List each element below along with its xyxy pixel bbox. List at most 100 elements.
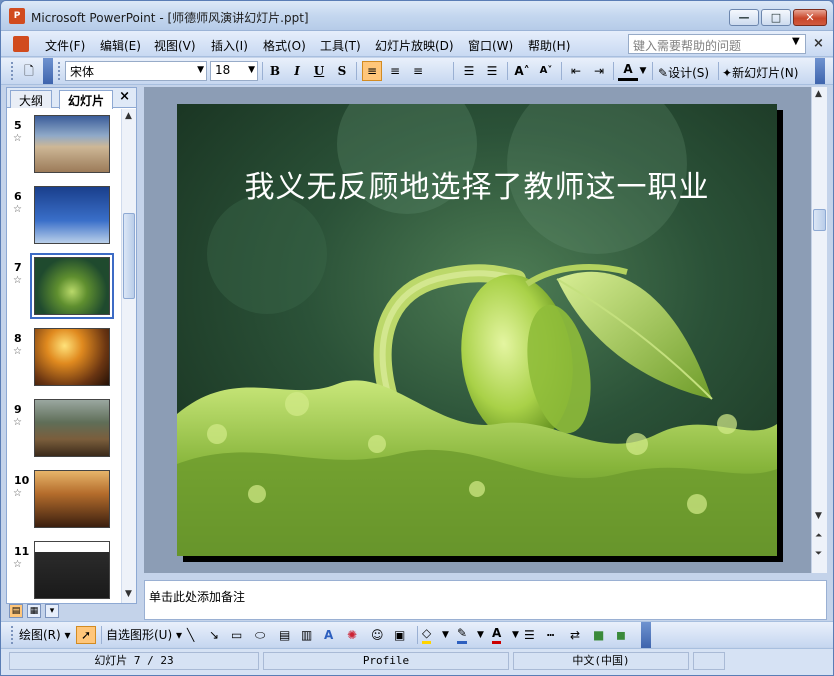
thumbnail-slide-10[interactable]: 10 ☆ (7, 470, 121, 536)
fill-color-button[interactable]: ◇ (422, 626, 432, 644)
textbox-tool-button[interactable]: ▤ (279, 626, 290, 644)
align-center-button[interactable]: ≡ (385, 61, 405, 81)
scrollbar-thumb[interactable] (123, 213, 135, 299)
wordart-button[interactable]: A (324, 626, 333, 644)
shadow-button[interactable]: S (332, 61, 352, 81)
tab-outline[interactable]: 大纲 (10, 90, 53, 108)
bullets-button[interactable]: ☰ (482, 61, 502, 81)
help-search-input[interactable]: 键入需要帮助的问题 (628, 34, 806, 54)
shadow-style-button[interactable]: ■ (593, 626, 604, 644)
arrow-style-button[interactable]: ⇄ (570, 626, 580, 644)
underline-button[interactable]: U (309, 61, 329, 81)
decrease-indent-button[interactable]: ⇤ (566, 61, 586, 81)
toolbar-overflow-icon[interactable] (815, 58, 825, 84)
previous-slide-icon[interactable]: ⏶ (815, 531, 822, 541)
slide-indicator: 幻灯片 7 / 23 (9, 652, 259, 670)
menu-file[interactable]: 文件(F) (45, 37, 85, 54)
toolbar-overflow-icon[interactable] (641, 622, 651, 648)
scroll-down-icon[interactable]: ▼ (815, 511, 822, 521)
bold-button[interactable]: B (265, 61, 285, 81)
document-icon[interactable] (13, 36, 29, 52)
slide-title[interactable]: 我义无反顾地选择了教师这一职业 (177, 162, 777, 206)
help-dropdown-icon[interactable]: ▼ (792, 36, 800, 47)
clipart-button[interactable]: ☺ (371, 626, 384, 644)
align-right-button[interactable]: ≡ (408, 61, 428, 81)
status-spare-cell (693, 652, 725, 670)
close-button[interactable]: ✕ (793, 9, 827, 26)
current-slide[interactable]: 我义无反顾地选择了教师这一职业 (177, 104, 777, 556)
toolbar-grip[interactable] (58, 62, 61, 80)
menu-tools[interactable]: 工具(T) (320, 37, 361, 54)
line-color-button[interactable]: ✎ (457, 626, 468, 644)
align-left-icon: ≡ (366, 64, 378, 78)
toolbar-grip[interactable] (11, 62, 14, 80)
menu-help[interactable]: 帮助(H) (528, 37, 570, 54)
powerpoint-icon[interactable]: P (9, 8, 25, 24)
scrollbar-thumb[interactable] (813, 209, 826, 231)
font-color-draw-dropdown[interactable]: ▼ (512, 626, 519, 644)
thumbnail-slide-7[interactable]: 7 ☆ (7, 253, 121, 323)
bullet-list-icon: ☰ (486, 64, 498, 78)
menu-insert[interactable]: 插入(I) (211, 37, 248, 54)
numbering-button[interactable]: ☰ (459, 61, 479, 81)
rectangle-tool-button[interactable]: ▭ (231, 626, 242, 644)
increase-font-button[interactable]: A˄ (512, 61, 532, 81)
dash-style-button[interactable]: ┅ (547, 626, 554, 644)
line-tool-button[interactable]: ╲ (187, 626, 194, 644)
align-left-button[interactable]: ≡ (362, 61, 382, 81)
thumbnail-image (34, 186, 110, 244)
slide-sorter-icon[interactable]: ▦ (27, 604, 41, 618)
document-close-icon[interactable]: × (813, 36, 824, 51)
minimize-button[interactable]: — (729, 9, 759, 26)
font-size-select[interactable]: 18 ▼ (210, 61, 258, 81)
next-slide-icon[interactable]: ⏷ (815, 549, 822, 559)
decrease-font-button[interactable]: A˅ (536, 61, 556, 81)
menu-window[interactable]: 窗口(W) (468, 37, 513, 54)
slide-scrollbar[interactable]: ▲ ▼ ⏶ ⏷ (811, 87, 827, 573)
font-color-dropdown[interactable]: ▼ (638, 61, 648, 81)
thumbnail-slide-5[interactable]: 5 ☆ (7, 115, 121, 181)
menu-format[interactable]: 格式(O) (263, 37, 306, 54)
menu-edit[interactable]: 编辑(E) (100, 37, 141, 54)
font-color-draw-button[interactable]: A (492, 626, 502, 644)
thumbnail-slide-6[interactable]: 6 ☆ (7, 186, 121, 252)
thumbnail-slide-9[interactable]: 9 ☆ (7, 399, 121, 465)
tab-slides[interactable]: 幻灯片 (59, 90, 114, 109)
3d-style-button[interactable]: ◼ (616, 626, 626, 644)
diagram-button[interactable]: ✺ (347, 626, 357, 644)
scroll-down-icon[interactable]: ▼ (125, 589, 132, 599)
line-style-button[interactable]: ☰ (524, 626, 535, 644)
autoshapes-button[interactable]: 自选图形(U) ▾ (106, 626, 182, 644)
notes-pane[interactable]: 单击此处添加备注 (144, 580, 827, 620)
vertical-textbox-button[interactable]: ▥ (301, 626, 312, 644)
thumbnail-scrollbar[interactable]: ▲ ▼ (121, 109, 136, 603)
new-slide-button[interactable]: ✦新幻灯片(N) (722, 64, 798, 81)
scroll-up-icon[interactable]: ▲ (125, 111, 132, 121)
chevron-down-icon: ▼ (639, 66, 647, 76)
font-color-button[interactable]: A (618, 61, 638, 81)
thumbnail-slide-8[interactable]: 8 ☆ (7, 328, 121, 394)
scroll-up-icon[interactable]: ▲ (815, 89, 822, 99)
thumbnail-slide-11[interactable]: 11 ☆ (7, 541, 121, 603)
increase-indent-button[interactable]: ⇥ (589, 61, 609, 81)
arrow-tool-button[interactable]: ↘ (209, 626, 219, 644)
line-color-dropdown[interactable]: ▼ (477, 626, 484, 644)
maximize-button[interactable]: □ (761, 9, 791, 26)
toolbar-overflow-icon[interactable] (43, 58, 53, 84)
thumbnail-image (34, 328, 110, 386)
draw-menu-button[interactable]: 绘图(R) ▾ (19, 626, 71, 644)
oval-tool-button[interactable]: ⬭ (255, 626, 265, 644)
menu-slideshow[interactable]: 幻灯片放映(D) (375, 37, 454, 54)
italic-button[interactable]: I (287, 61, 307, 81)
design-button[interactable]: ✎设计(S) (658, 64, 709, 81)
font-name-select[interactable]: 宋体 ▼ (65, 61, 207, 81)
pane-close-icon[interactable]: × (119, 89, 130, 104)
select-objects-button[interactable]: ➚ (76, 626, 96, 644)
new-document-icon[interactable]: 🗋 (19, 61, 39, 81)
normal-view-icon[interactable]: ▤ (9, 604, 23, 618)
menu-view[interactable]: 视图(V) (154, 37, 196, 54)
insert-picture-button[interactable]: ▣ (394, 626, 405, 644)
slideshow-icon[interactable]: ▾ (45, 604, 59, 618)
fill-color-dropdown[interactable]: ▼ (442, 626, 449, 644)
toolbar-grip[interactable] (11, 626, 14, 644)
